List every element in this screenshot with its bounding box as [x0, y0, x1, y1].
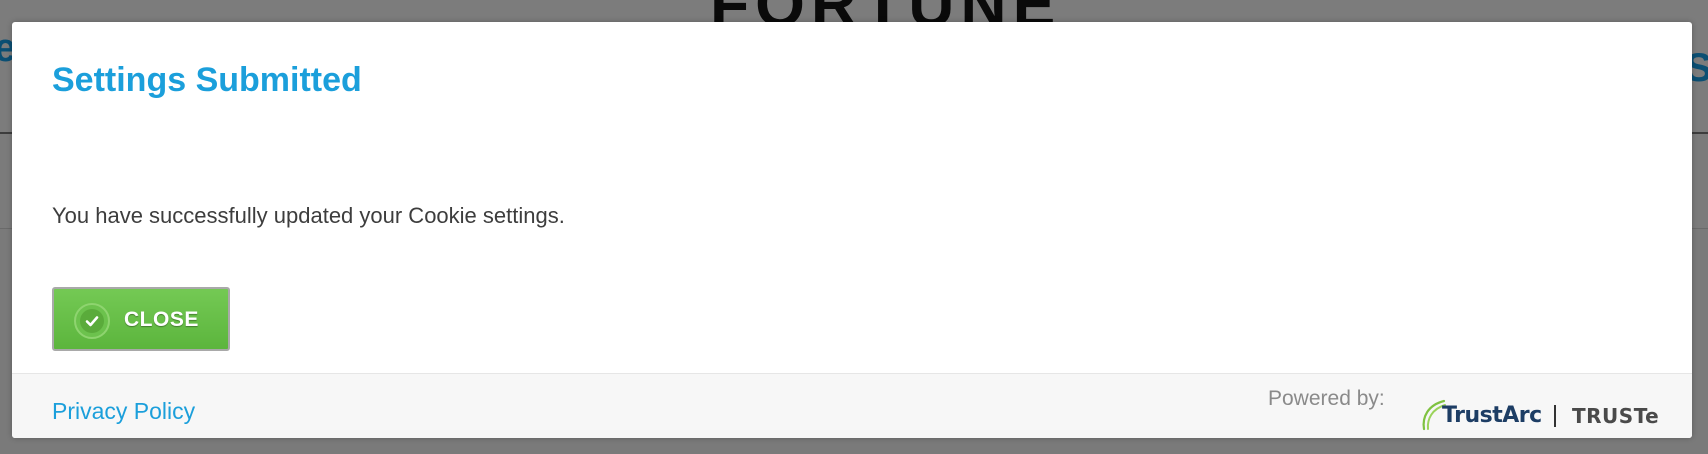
modal-message: You have successfully updated your Cooki…	[52, 203, 565, 228]
privacy-policy-link[interactable]: Privacy Policy	[52, 398, 195, 426]
modal-title: Settings Submitted	[52, 61, 362, 99]
cookie-settings-modal: Settings Submitted You have successfully…	[12, 22, 1692, 438]
truste-brand-text: TRUSTe	[1572, 404, 1660, 428]
powered-by-label: Powered by:	[1268, 387, 1385, 410]
trustarc-truste-logo: TrustArc TRUSTe	[1418, 395, 1668, 438]
modal-footer: Privacy Policy Powered by: TrustArc TRUS…	[12, 373, 1692, 438]
close-button[interactable]: CLOSE	[52, 287, 230, 351]
brand-divider	[1554, 405, 1556, 427]
close-button-label: CLOSE	[124, 308, 199, 331]
checkmark-icon	[74, 303, 110, 339]
trustarc-brand-text: TrustArc	[1442, 403, 1542, 428]
